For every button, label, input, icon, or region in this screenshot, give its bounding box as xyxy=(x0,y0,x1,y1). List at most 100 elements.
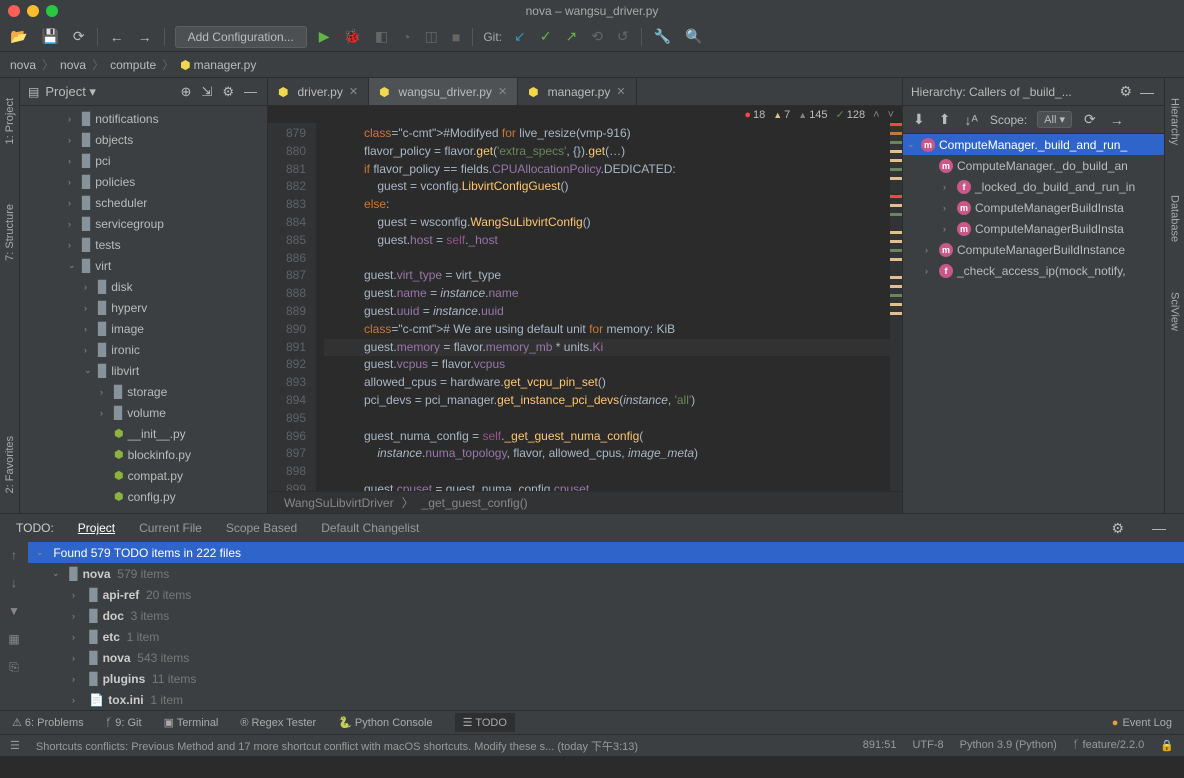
hide-icon[interactable]: — xyxy=(1150,518,1168,538)
scroll-up-icon[interactable]: ˄ xyxy=(873,109,879,121)
weak-warning-count[interactable]: 145 xyxy=(798,109,827,121)
tree-row[interactable]: ›▉tests xyxy=(20,234,267,255)
panel-title[interactable]: Project ▾ xyxy=(45,84,172,100)
event-log-button[interactable]: Event Log xyxy=(1112,717,1172,729)
tree-row[interactable]: ⬢compat.py xyxy=(20,465,267,486)
code-view[interactable]: class="c-cmt">#Modifyed for live_resize(… xyxy=(316,123,890,491)
tree-row[interactable]: ›▉scheduler xyxy=(20,192,267,213)
tree-row[interactable]: ›▉objects xyxy=(20,129,267,150)
interpreter[interactable]: Python 3.9 (Python) xyxy=(960,739,1057,752)
tree-row[interactable]: ⌄▉virt xyxy=(20,255,267,276)
editor-tab[interactable]: ⬢wangsu_driver.py✕ xyxy=(369,78,518,105)
maximize-window-button[interactable] xyxy=(46,5,58,17)
editor-tab[interactable]: ⬢driver.py✕ xyxy=(268,78,369,105)
gear-icon[interactable]: ⚙ xyxy=(1117,81,1134,102)
hierarchy-item[interactable]: ›f_check_access_ip(mock_notify, xyxy=(903,260,1164,281)
autoscroll-icon[interactable]: → xyxy=(1108,110,1126,130)
todo-item[interactable]: ⌄ ▉nova 579 items xyxy=(28,563,1184,584)
todo-item[interactable]: › ▉plugins 11 items xyxy=(28,668,1184,689)
hide-icon[interactable]: — xyxy=(242,82,259,101)
bottom-tab[interactable]: ▣ Terminal xyxy=(164,716,219,729)
git-branch[interactable]: ᚶ feature/2.2.0 xyxy=(1073,739,1144,752)
breadcrumb-item[interactable]: ⬢manager.py xyxy=(180,58,256,72)
database-tool-tab[interactable]: Database xyxy=(1169,195,1181,242)
todo-tree[interactable]: ⌄ Found 579 TODO items in 222 files ⌄ ▉n… xyxy=(28,542,1184,710)
todo-tab-changelist[interactable]: Default Changelist xyxy=(321,521,419,535)
filter-icon[interactable]: ▼ xyxy=(8,604,20,618)
todo-item[interactable]: › ▉nova 543 items xyxy=(28,647,1184,668)
tree-row[interactable]: ›▉disk xyxy=(20,276,267,297)
settings-icon[interactable]: 🔧 xyxy=(652,26,673,47)
caller-hierarchy-icon[interactable]: ⬇ xyxy=(911,109,927,130)
breadcrumb-class[interactable]: WangSuLibvirtDriver xyxy=(284,496,394,510)
forward-icon[interactable]: → xyxy=(136,27,154,47)
tree-row[interactable]: ⬢blockinfo.py xyxy=(20,444,267,465)
project-tree[interactable]: ›▉notifications›▉objects›▉pci›▉policies›… xyxy=(20,106,267,513)
tree-row[interactable]: ⌄▉libvirt xyxy=(20,360,267,381)
profile-icon[interactable]: ◔ xyxy=(400,27,412,47)
concurrent-icon[interactable]: ◫ xyxy=(423,26,440,47)
close-window-button[interactable] xyxy=(8,5,20,17)
back-icon[interactable]: ← xyxy=(108,27,126,47)
tree-row[interactable]: ›▉servicegroup xyxy=(20,213,267,234)
scroll-down-icon[interactable]: ˅ xyxy=(888,109,894,121)
todo-item[interactable]: › ▉etc 1 item xyxy=(28,626,1184,647)
gear-icon[interactable]: ⚙ xyxy=(220,82,236,102)
open-icon[interactable]: 📂 xyxy=(8,26,29,47)
hierarchy-item[interactable]: ›mComputeManagerBuildInsta xyxy=(903,218,1164,239)
tree-row[interactable]: ›▉volume xyxy=(20,402,267,423)
tree-row[interactable]: ›▉pci xyxy=(20,150,267,171)
todo-item[interactable]: › ▉api-ref 20 items xyxy=(28,584,1184,605)
tree-row[interactable]: ›▉notifications xyxy=(20,108,267,129)
expand-all-icon[interactable]: ⇲ xyxy=(199,82,214,102)
sciview-tool-tab[interactable]: SciView xyxy=(1169,292,1181,331)
callee-hierarchy-icon[interactable]: ⬆ xyxy=(937,109,953,130)
bottom-tab[interactable]: ® Regex Tester xyxy=(240,717,316,729)
search-everywhere-icon[interactable]: 🔍 xyxy=(683,26,704,47)
refresh-icon[interactable]: ⟳ xyxy=(1082,109,1098,130)
tree-row[interactable]: ⬢__init__.py xyxy=(20,423,267,444)
hierarchy-item[interactable]: ›f_locked_do_build_and_run_in xyxy=(903,176,1164,197)
todo-tab-current[interactable]: Current File xyxy=(139,521,202,535)
bottom-tab[interactable]: 🐍 Python Console xyxy=(338,716,432,729)
tree-row[interactable]: ›▉hyperv xyxy=(20,297,267,318)
tree-row[interactable]: ›▉storage xyxy=(20,381,267,402)
hierarchy-tool-tab[interactable]: Hierarchy xyxy=(1169,98,1181,145)
todo-tab-scope[interactable]: Scope Based xyxy=(226,521,297,535)
hierarchy-item[interactable]: ›mComputeManagerBuildInsta xyxy=(903,197,1164,218)
refresh-icon[interactable]: ⟳ xyxy=(71,26,87,47)
coverage-icon[interactable]: ◧ xyxy=(373,26,390,47)
todo-item[interactable]: › 📄tox.ini 1 item xyxy=(28,689,1184,710)
warning-count[interactable]: 7 xyxy=(773,109,790,121)
git-update-icon[interactable]: ↙ xyxy=(512,26,528,47)
encoding[interactable]: UTF-8 xyxy=(912,739,943,752)
git-history-icon[interactable]: ⟲ xyxy=(589,26,605,47)
run-config-dropdown[interactable]: Add Configuration... xyxy=(175,26,307,48)
editor-tab[interactable]: ⬢manager.py✕ xyxy=(518,78,636,105)
run-icon[interactable]: ▶ xyxy=(317,26,332,47)
locate-icon[interactable]: ⊕ xyxy=(179,82,194,102)
editor-body[interactable]: 8798808818828838848858868878888898908918… xyxy=(268,123,902,491)
project-tool-tab[interactable]: 1: Project xyxy=(4,98,16,144)
minimize-window-button[interactable] xyxy=(27,5,39,17)
bottom-tab[interactable]: ᚶ 9: Git xyxy=(106,717,142,729)
autoscroll-icon[interactable]: ⎘ xyxy=(9,660,19,675)
todo-tab-project[interactable]: Project xyxy=(78,521,115,535)
structure-tool-tab[interactable]: 7: Structure xyxy=(4,204,16,261)
hierarchy-tree[interactable]: ⌄mComputeManager._build_and_run_mCompute… xyxy=(903,134,1164,281)
git-rollback-icon[interactable]: ↺ xyxy=(615,26,631,47)
project-view-icon[interactable]: ▤ xyxy=(28,85,39,99)
todo-summary[interactable]: ⌄ Found 579 TODO items in 222 files xyxy=(28,542,1184,563)
group-icon[interactable]: ▦ xyxy=(8,632,19,646)
tree-row[interactable]: ›▉policies xyxy=(20,171,267,192)
hide-icon[interactable]: — xyxy=(1138,82,1156,102)
close-tab-icon[interactable]: ✕ xyxy=(498,85,507,98)
tree-row[interactable]: ›▉ironic xyxy=(20,339,267,360)
breadcrumb-item[interactable]: nova xyxy=(10,58,36,72)
favorites-tool-tab[interactable]: 2: Favorites xyxy=(4,436,16,493)
hierarchy-item[interactable]: ›mComputeManagerBuildInstance xyxy=(903,239,1164,260)
prev-icon[interactable]: ↑ xyxy=(11,548,17,562)
save-icon[interactable]: 💾 xyxy=(39,26,60,47)
sort-icon[interactable]: ↓ᴬ xyxy=(962,110,979,130)
todo-item[interactable]: › ▉doc 3 items xyxy=(28,605,1184,626)
